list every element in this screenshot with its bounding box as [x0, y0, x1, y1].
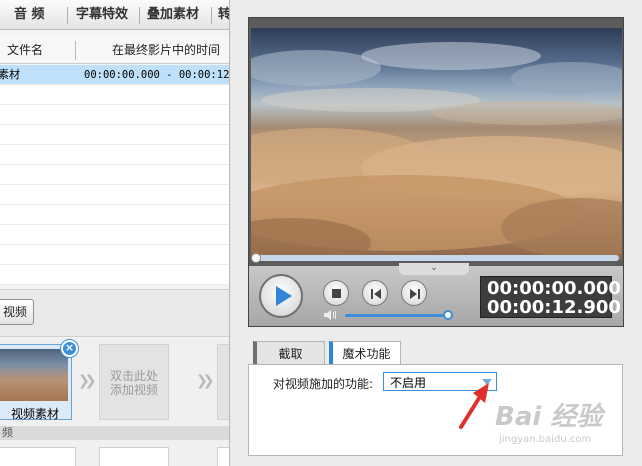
table-row[interactable] [0, 125, 229, 145]
column-header-time[interactable]: 在最终影片中的时间 [112, 37, 220, 64]
tab-subtitle-effects[interactable]: 字幕特效 [76, 0, 128, 30]
tab-audio[interactable]: 音 频 [14, 0, 45, 30]
step-forward-icon [410, 289, 420, 299]
file-time-cell: 00:00:00.000 - 00:00:12.9 [84, 69, 230, 81]
right-pane: ⌄ 00:00:00.000 00:00:12.900 截取 魔术功能 对视频施… [231, 0, 642, 466]
total-time: 00:00:12.900 [487, 297, 621, 318]
speaker-icon[interactable] [324, 309, 338, 321]
stop-icon [332, 289, 341, 298]
close-icon[interactable]: × [61, 340, 78, 357]
volume-handle[interactable] [442, 310, 453, 320]
empty-slot[interactable] [217, 344, 229, 420]
track-slot[interactable] [0, 447, 76, 466]
next-frame-button[interactable] [401, 280, 427, 306]
watermark-logo: Bai 经验 [495, 402, 603, 432]
step-back-icon [371, 289, 381, 299]
annotation-arrow-icon [459, 383, 489, 429]
table-row[interactable] [0, 105, 229, 125]
clip-label: 视频素材 [10, 407, 59, 421]
file-list: 素材 00:00:00.000 - 00:00:12.9 [0, 65, 230, 289]
table-row[interactable]: 素材 00:00:00.000 - 00:00:12.9 [0, 65, 230, 85]
tab-capture[interactable]: 截取 [253, 341, 325, 365]
video-preview[interactable] [251, 28, 622, 260]
toolbar-separator [67, 7, 68, 24]
tab-overlay-material[interactable]: 叠加素材 [147, 0, 199, 30]
table-row[interactable] [0, 165, 229, 185]
stop-button[interactable] [323, 280, 349, 306]
column-separator[interactable] [75, 41, 76, 60]
previous-frame-button[interactable] [362, 280, 388, 306]
play-button[interactable] [259, 274, 303, 318]
track-label: 频 [2, 426, 13, 439]
chevron-right-icon: ❯❯ [196, 373, 215, 389]
editor-toolbar: 音 频 字幕特效 叠加素材 转 [0, 0, 229, 30]
toolbar-separator [211, 7, 212, 24]
time-display: 00:00:00.000 00:00:12.900 [480, 276, 621, 318]
function-select-value: 不启用 [390, 376, 427, 390]
toolbar-separator [139, 7, 140, 24]
table-row[interactable] [0, 225, 229, 245]
add-slot-text: 双击此处 [109, 369, 158, 383]
current-time: 00:00:00.000 [487, 278, 621, 299]
table-row[interactable] [0, 245, 229, 265]
progress-handle[interactable] [251, 253, 261, 263]
table-row[interactable] [0, 205, 229, 225]
table-row[interactable] [0, 85, 229, 105]
function-label: 对视频施加的功能: [273, 377, 374, 391]
play-icon [276, 286, 292, 306]
track-slot[interactable] [217, 447, 229, 466]
audio-track-strip: 频 [0, 426, 229, 440]
progress-bar[interactable] [253, 255, 619, 261]
storyboard: 视频素材 × ❯❯ 双击此处 添加视频 ❯❯ 频 [0, 338, 229, 466]
watermark-url: jingyan.baidu.com [499, 434, 592, 445]
left-pane: 音 频 字幕特效 叠加素材 转 文件名 在最终影片中的时间 素材 00:00:0… [0, 0, 230, 466]
clip-video-material[interactable]: 视频素材 × [0, 340, 78, 421]
file-name-cell: 素材 [0, 68, 20, 81]
track-slot[interactable] [99, 447, 169, 466]
add-slot-text: 添加视频 [109, 383, 158, 397]
player-controls: ⌄ 00:00:00.000 00:00:12.900 [249, 263, 623, 326]
baidu-watermark: Bai 经验 jingyan.baidu.com [491, 388, 641, 458]
video-player: ⌄ 00:00:00.000 00:00:12.900 [248, 17, 624, 327]
add-video-slot[interactable]: 双击此处 添加视频 [99, 344, 169, 420]
table-row[interactable] [0, 145, 229, 165]
action-bar: 视频 [0, 289, 229, 337]
cloud-scene-image [251, 42, 622, 260]
tab-transition[interactable]: 转 [218, 0, 229, 30]
volume-slider[interactable] [345, 314, 453, 317]
chevron-right-icon: ❯❯ [78, 373, 97, 389]
chevron-down-icon[interactable]: ⌄ [399, 263, 469, 275]
table-row[interactable] [0, 265, 229, 285]
add-video-button[interactable]: 视频 [0, 299, 34, 325]
tab-magic-function[interactable]: 魔术功能 [329, 341, 401, 366]
table-row[interactable] [0, 185, 229, 205]
column-header-filename[interactable]: 文件名 [7, 37, 43, 64]
clip-thumbnail [0, 349, 68, 401]
file-list-header: 文件名 在最终影片中的时间 [0, 37, 229, 64]
